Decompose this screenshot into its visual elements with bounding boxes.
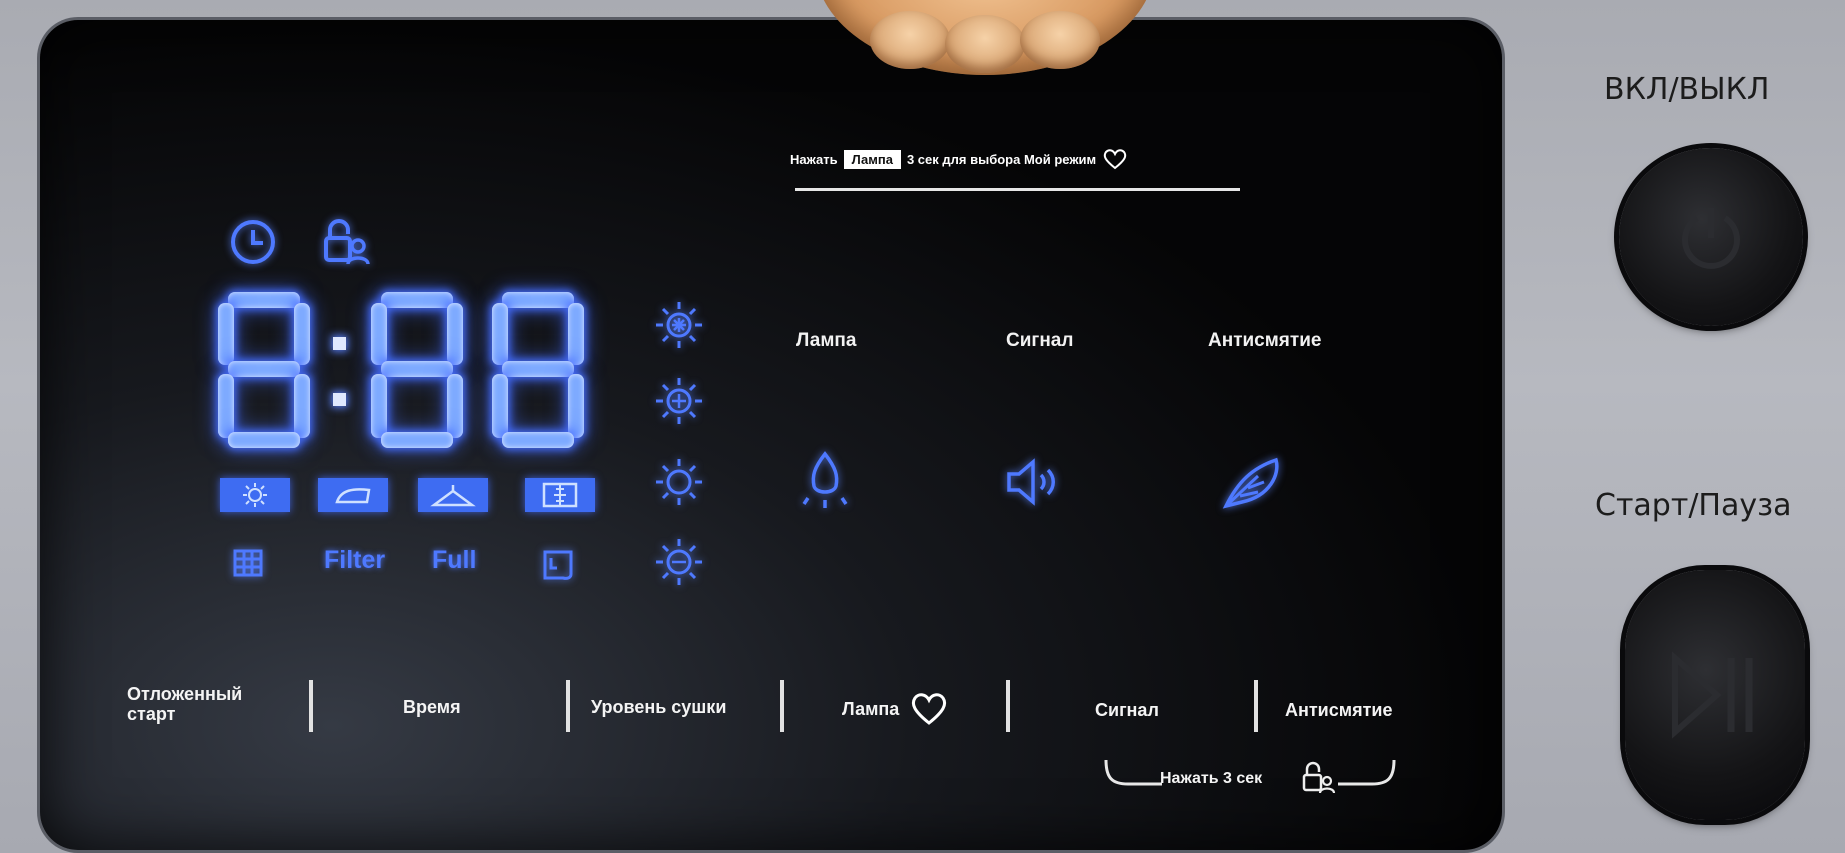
dry-level-3-icon: [656, 378, 702, 424]
child-lock-icon: [1302, 761, 1336, 794]
option-label-signal: Сигнал: [1006, 330, 1074, 351]
time-button[interactable]: Время: [403, 697, 461, 717]
feather-icon: [1222, 457, 1279, 509]
hint-underline: [795, 188, 1240, 191]
lamp-button[interactable]: Лампа: [842, 692, 949, 726]
mode-tile-rack-icon: [525, 478, 595, 512]
anticrease-button[interactable]: Антисмятие: [1285, 700, 1392, 720]
power-button-label: ВКЛ/ВЫКЛ: [1604, 72, 1770, 107]
play-pause-icon: [1672, 651, 1753, 739]
mode-label-full: Full: [432, 546, 477, 574]
clock-icon: [231, 220, 275, 264]
separator: [1006, 680, 1010, 732]
separator: [1254, 680, 1258, 732]
heart-icon: [1103, 149, 1127, 170]
mode-tile-iron-icon: [318, 478, 388, 512]
dry-level-2-icon: [656, 459, 702, 505]
lamp-button-label: Лампа: [842, 699, 900, 719]
lamp-icon: [802, 451, 848, 508]
lock-hint-label: Нажать 3 сек: [1160, 770, 1263, 787]
mode-label-filter: Filter: [324, 546, 386, 574]
mode-tile-hanger-icon: [418, 478, 488, 512]
water-tank-icon: [543, 550, 573, 580]
grid-icon: [233, 549, 263, 577]
delay-start-button[interactable]: Отложенный старт: [127, 684, 242, 724]
signal-button[interactable]: Сигнал: [1095, 700, 1159, 720]
dry-level-4-icon: [656, 302, 702, 348]
heart-icon: [912, 693, 947, 725]
hint-prefix: Нажать: [790, 151, 838, 167]
mode-tile-sun-icon: [220, 478, 290, 512]
hint-key-lamp: Лампа: [843, 149, 901, 169]
option-label-anticrease: Антисмятие: [1208, 330, 1322, 351]
start-pause-button[interactable]: [1625, 570, 1805, 820]
start-pause-button-label: Старт/Пауза: [1595, 488, 1792, 523]
separator: [309, 680, 313, 732]
separator: [780, 680, 784, 732]
power-button[interactable]: [1619, 148, 1803, 326]
child-lock-icon: [324, 219, 370, 265]
hint-suffix: 3 сек для выбора Мой режим: [906, 151, 1097, 167]
dry-level-button[interactable]: Уровень сушки: [591, 697, 726, 717]
speaker-icon: [1007, 458, 1055, 506]
dry-level-1-icon: [656, 539, 702, 585]
power-icon: [1682, 208, 1740, 269]
delay-start-label-line1: Отложенный: [127, 684, 243, 704]
my-mode-hint: Нажать Лампа 3 сек для выбора Мой режим: [790, 148, 1128, 170]
delay-start-label-line2: старт: [127, 704, 176, 724]
separator: [566, 680, 570, 732]
option-label-lamp: Лампа: [796, 330, 857, 351]
